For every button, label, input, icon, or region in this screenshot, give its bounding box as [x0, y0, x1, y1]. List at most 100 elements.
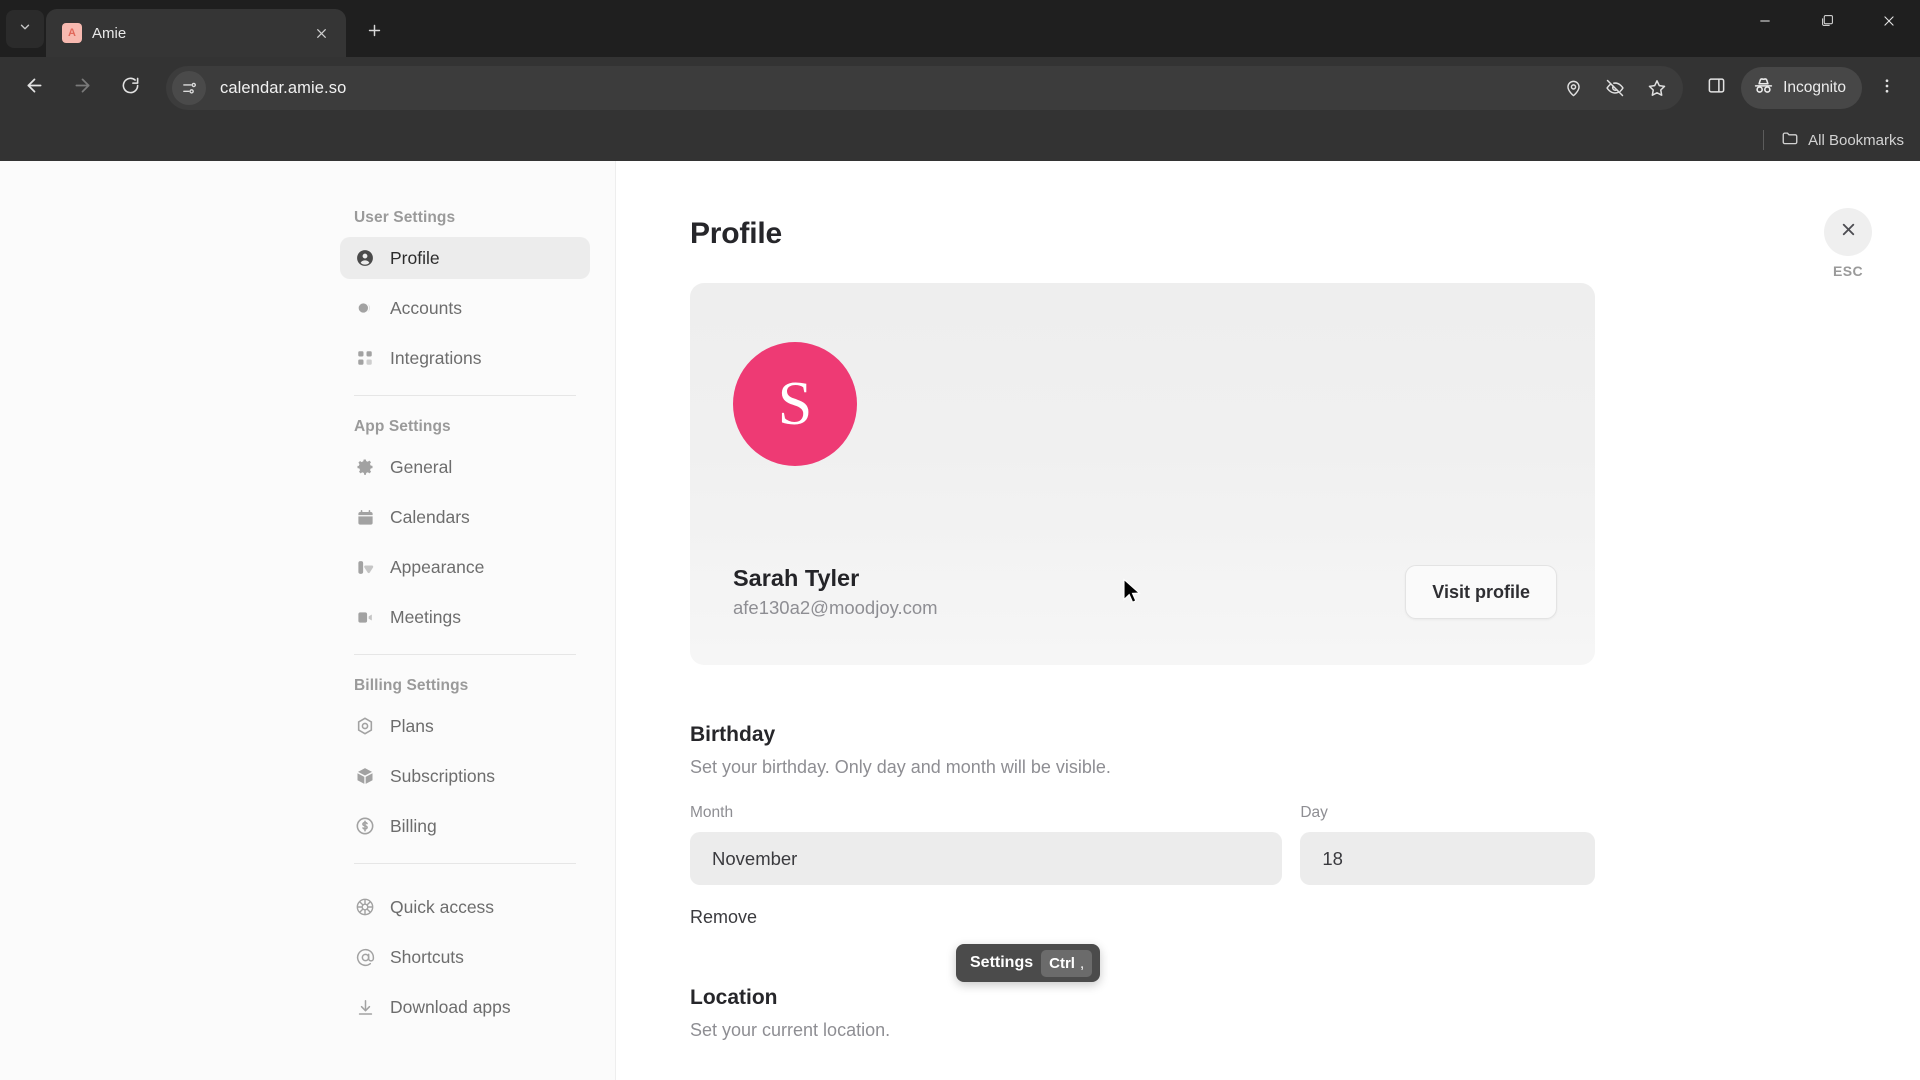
minimize-button[interactable]: [1734, 0, 1796, 46]
sidebar-item-label: Profile: [390, 247, 440, 268]
sidebar-item-general[interactable]: General: [340, 446, 590, 488]
month-label: Month: [690, 804, 734, 821]
arrow-right-icon: [72, 75, 93, 101]
tooltip-shortcut: Ctrl ,: [1041, 949, 1093, 977]
new-tab-button[interactable]: [356, 14, 392, 50]
tooltip-label: Settings: [970, 954, 1034, 971]
close-window-button[interactable]: [1858, 0, 1920, 46]
plus-icon: [366, 19, 383, 45]
bookmarks-divider: [1763, 130, 1765, 150]
browser-toolbar: calendar.amie.so Incognito: [0, 57, 1920, 119]
star-icon[interactable]: [1639, 70, 1675, 106]
tooltip-key-modifier: Ctrl: [1049, 954, 1075, 972]
bookmarks-bar: All Bookmarks: [0, 119, 1920, 161]
settings-sidebar: User Settings Profile Accounts Integrati…: [0, 161, 616, 1080]
nav-group-label-billing-settings: Billing Settings: [354, 677, 469, 694]
nav-group-label-app-settings: App Settings: [354, 418, 451, 435]
window-controls: [1734, 0, 1920, 46]
chrome-menu-button[interactable]: [1866, 67, 1908, 109]
month-select[interactable]: November: [690, 832, 1283, 885]
side-panel-icon: [1707, 76, 1726, 100]
eye-off-icon[interactable]: [1597, 70, 1633, 106]
nav-divider: [354, 863, 576, 864]
browser-tab[interactable]: A Amie: [46, 9, 346, 57]
user-circle-icon: [354, 247, 376, 269]
back-button[interactable]: [12, 66, 56, 110]
sidebar-item-label: Billing: [390, 815, 437, 836]
tab-search-button[interactable]: [6, 10, 44, 48]
sidebar-item-label: Quick access: [390, 896, 495, 917]
birthday-section: Birthday Set your birthday. Only day and…: [690, 723, 1595, 928]
mouse-cursor: [1122, 578, 1142, 611]
sidebar-item-shortcuts[interactable]: Shortcuts: [340, 936, 590, 978]
nav-group-label-user-settings: User Settings: [354, 209, 456, 226]
sidebar-item-subscriptions[interactable]: Subscriptions: [340, 755, 590, 797]
sidebar-item-label: Plans: [390, 715, 434, 736]
url-text[interactable]: calendar.amie.so: [212, 79, 1549, 98]
incognito-indicator[interactable]: Incognito: [1741, 67, 1862, 109]
profile-card: S Sarah Tyler afe130a2@moodjoy.com Visit…: [690, 283, 1595, 665]
birthday-title: Birthday: [690, 723, 776, 746]
minimize-icon: [1758, 14, 1772, 33]
hexagon-icon: [354, 715, 376, 737]
location-section: Location Set your current location.: [690, 986, 1595, 1041]
settings-nav-list: User Settings Profile Accounts Integrati…: [340, 209, 590, 1036]
user-email: afe130a2@moodjoy.com: [733, 597, 938, 618]
reload-icon: [121, 76, 140, 100]
sidebar-item-billing[interactable]: Billing: [340, 805, 590, 847]
close-icon: [1882, 14, 1896, 33]
quick-access-icon: [354, 896, 376, 918]
sidebar-item-label: General: [390, 456, 453, 477]
incognito-icon: [1753, 75, 1774, 101]
user-name: Sarah Tyler: [733, 565, 860, 591]
settings-tooltip: Settings Ctrl ,: [956, 944, 1101, 982]
visit-profile-button[interactable]: Visit profile: [1405, 565, 1557, 619]
chevron-down-icon: [18, 20, 32, 39]
appearance-icon: [354, 556, 376, 578]
address-bar[interactable]: calendar.amie.so: [166, 66, 1684, 110]
all-bookmarks-button[interactable]: All Bookmarks: [1781, 129, 1904, 151]
sidebar-item-integrations[interactable]: Integrations: [340, 337, 590, 379]
meetings-icon: [354, 606, 376, 628]
close-settings-button[interactable]: [1824, 208, 1872, 256]
day-select[interactable]: 18: [1300, 832, 1595, 885]
reload-button[interactable]: [108, 66, 152, 110]
sidebar-item-meetings[interactable]: Meetings: [340, 596, 590, 638]
sidebar-item-accounts[interactable]: Accounts: [340, 287, 590, 329]
close-icon[interactable]: [308, 20, 334, 46]
cube-icon: [354, 765, 376, 787]
sidebar-item-label: Download apps: [390, 996, 511, 1017]
settings-overlay: User Settings Profile Accounts Integrati…: [0, 161, 1920, 1080]
remove-birthday-button[interactable]: Remove: [690, 907, 1595, 928]
at-sign-icon: [354, 946, 376, 968]
forward-button[interactable]: [60, 66, 104, 110]
sidebar-item-profile[interactable]: Profile: [340, 237, 590, 279]
arrow-left-icon: [24, 75, 45, 101]
sidebar-item-appearance[interactable]: Appearance: [340, 546, 590, 588]
birthday-month-field: Month November: [690, 804, 1283, 885]
sidebar-item-plans[interactable]: Plans: [340, 705, 590, 747]
all-bookmarks-label: All Bookmarks: [1808, 131, 1904, 149]
three-dots-vertical-icon: [1878, 77, 1896, 100]
birthday-day-field: Day 18: [1300, 804, 1595, 885]
esc-label: ESC: [1833, 263, 1863, 279]
profile-card-footer: Sarah Tyler afe130a2@moodjoy.com Visit p…: [690, 535, 1595, 665]
download-icon: [354, 996, 376, 1018]
calendar-icon: [354, 506, 376, 528]
sidebar-item-download-apps[interactable]: Download apps: [340, 986, 590, 1028]
page-title: Profile: [690, 217, 782, 250]
sidebar-item-quick-access[interactable]: Quick access: [340, 886, 590, 928]
side-panel-button[interactable]: [1695, 67, 1737, 109]
sidebar-item-calendars[interactable]: Calendars: [340, 496, 590, 538]
tab-title: Amie: [92, 24, 127, 42]
sidebar-item-label: Subscriptions: [390, 765, 496, 786]
nav-divider: [354, 654, 576, 655]
incognito-label: Incognito: [1783, 79, 1846, 96]
sidebar-item-label: Shortcuts: [390, 946, 464, 967]
close-icon: [1839, 220, 1858, 244]
birthday-description: Set your birthday. Only day and month wi…: [690, 757, 1111, 777]
map-pin-icon[interactable]: [1555, 70, 1591, 106]
maximize-button[interactable]: [1796, 0, 1858, 46]
tooltip-key-char: ,: [1079, 954, 1085, 972]
page-info-icon[interactable]: [172, 71, 206, 105]
